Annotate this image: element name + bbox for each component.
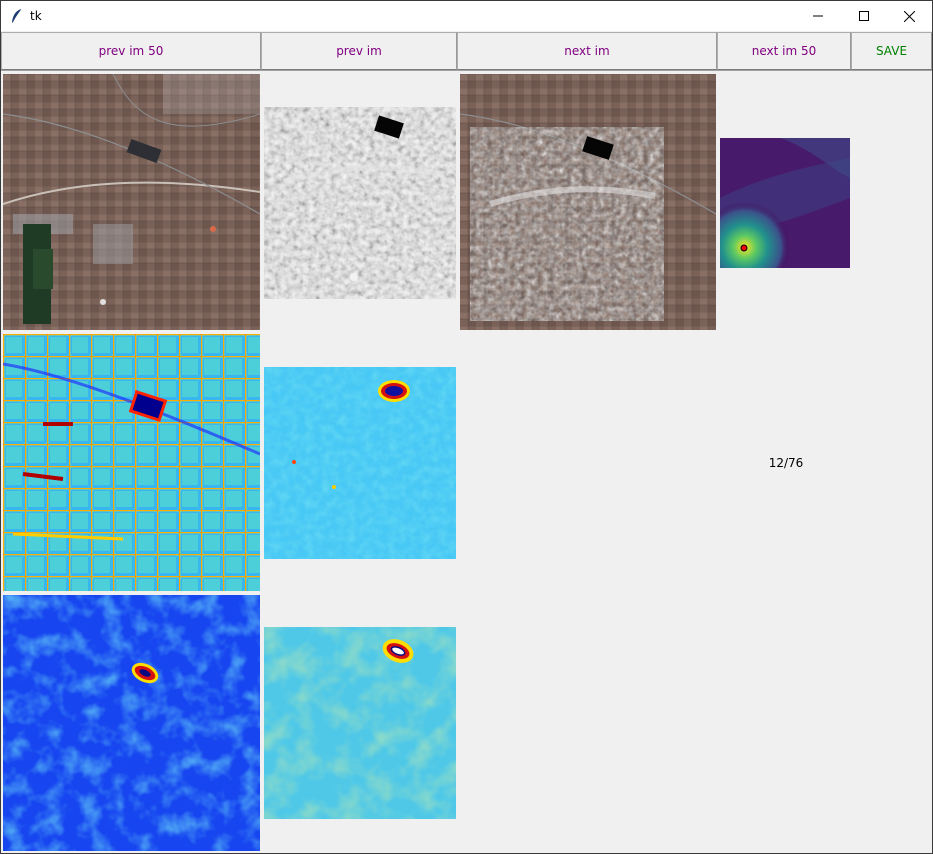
sar-overlay-on-optical-image xyxy=(460,74,716,330)
correlation-heatmap-image xyxy=(720,138,850,268)
maximize-button[interactable] xyxy=(841,1,887,31)
close-icon xyxy=(903,10,915,22)
save-button[interactable]: SAVE xyxy=(851,32,932,70)
next-button[interactable]: next im xyxy=(457,32,717,70)
satellite-optical-image xyxy=(3,74,260,330)
optical-gradient-map xyxy=(3,334,260,591)
prev-50-button[interactable]: prev im 50 xyxy=(1,32,261,70)
image-counter: 12/76 xyxy=(768,456,804,470)
window-title: tk xyxy=(30,9,42,23)
toolbar-divider xyxy=(1,70,932,71)
optical-feature-map xyxy=(3,595,260,851)
sar-feature-map xyxy=(264,627,456,819)
next-50-button[interactable]: next im 50 xyxy=(717,32,851,70)
feather-icon xyxy=(12,8,23,24)
sar-grayscale-image xyxy=(264,107,456,299)
minimize-icon xyxy=(813,15,823,17)
close-button[interactable] xyxy=(886,1,932,31)
sar-gradient-map xyxy=(264,367,456,559)
maximize-icon xyxy=(859,11,869,21)
title-bar: tk xyxy=(1,1,932,31)
app-window: tk prev im 50 prev im next im next im 50… xyxy=(0,0,933,854)
minimize-button[interactable] xyxy=(795,1,841,31)
prev-button[interactable]: prev im xyxy=(261,32,457,70)
